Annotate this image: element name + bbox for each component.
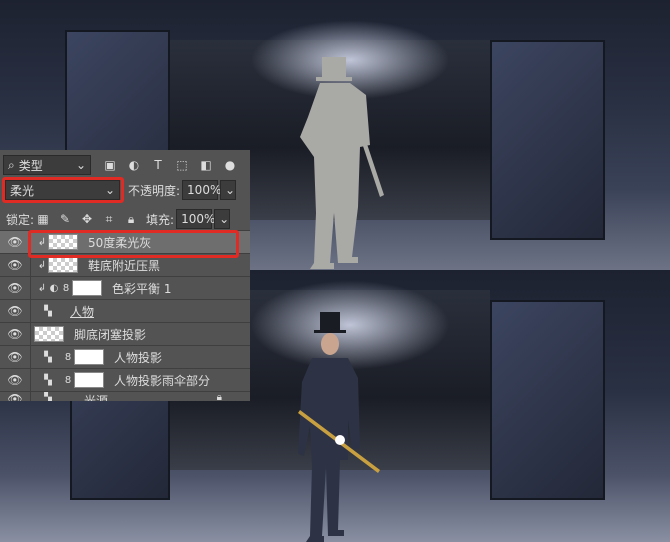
eye-icon[interactable]: 👁︎: [0, 235, 30, 249]
link-icon: 8: [64, 374, 72, 386]
eye-icon[interactable]: 👁︎: [0, 304, 30, 318]
fill-dropdown[interactable]: ⌄: [214, 209, 231, 229]
eye-icon[interactable]: 👁︎: [0, 350, 30, 364]
link-icon: 8: [64, 351, 72, 363]
mask-thumbnail: [74, 372, 104, 388]
eye-icon[interactable]: 👁︎: [0, 373, 30, 387]
opacity-input[interactable]: 100%: [182, 180, 221, 200]
shape-filter-icon[interactable]: ⬚: [173, 156, 191, 174]
adjustment-icon: ◐: [49, 282, 59, 294]
layer-row[interactable]: 👁︎ ▚ 光源 🔒︎: [0, 391, 250, 401]
clip-arrow-icon: ↲: [37, 282, 47, 294]
lock-pixels-icon[interactable]: ✎: [56, 210, 74, 228]
smart-object-icon: ▚: [44, 351, 52, 363]
layer-row[interactable]: 👁︎ ▚ 8 人物投影雨伞部分: [0, 368, 250, 391]
clip-arrow-icon: ↲: [37, 259, 47, 271]
layer-name: 光源: [84, 394, 109, 401]
eye-icon[interactable]: 👁︎: [0, 327, 30, 341]
eye-icon[interactable]: 👁︎: [0, 392, 30, 401]
lock-artboard-icon[interactable]: ⌗: [100, 210, 118, 228]
layer-thumbnail: [48, 257, 78, 273]
layer-name: 脚底闭塞投影: [74, 327, 147, 342]
smart-object-filter-icon[interactable]: ◧: [197, 156, 215, 174]
smart-object-icon: ▚: [44, 392, 52, 401]
chevron-down-icon: ⌄: [75, 158, 86, 172]
eye-icon[interactable]: 👁︎: [0, 281, 30, 295]
lock-transparent-icon[interactable]: ▦: [34, 210, 52, 228]
lock-position-icon[interactable]: ✥: [78, 210, 96, 228]
right-door: [490, 40, 605, 240]
layer-name: 人物: [70, 304, 95, 319]
mask-thumbnail: [74, 349, 104, 365]
gray-silhouette: [300, 57, 384, 269]
adjustment-filter-icon[interactable]: ◐: [125, 156, 143, 174]
layers-panel: ⌕ 类型 ⌄ ▣ ◐ T ⬚ ◧ ● 柔光 ⌄ 不透明度: 100% ⌄ 锁定:…: [0, 150, 250, 401]
lock-label: 锁定:: [6, 212, 35, 227]
layer-thumbnail: [34, 326, 64, 342]
layer-row[interactable]: 👁︎ 脚底闭塞投影: [0, 322, 250, 345]
layer-name: 色彩平衡 1: [112, 281, 172, 296]
filter-type-label: 类型: [18, 158, 43, 173]
filter-toggle[interactable]: ●: [221, 156, 239, 174]
layer-row[interactable]: 👁︎ ↲ ◐ 8 色彩平衡 1: [0, 276, 250, 299]
opacity-dropdown[interactable]: ⌄: [220, 180, 237, 200]
selected-layer-highlight: [28, 230, 239, 258]
mask-thumbnail: [72, 280, 102, 296]
layer-row[interactable]: 👁︎ ▚ 8 人物投影: [0, 345, 250, 368]
lock-icon: 🔒︎: [216, 392, 222, 401]
layer-name: 人物投影雨伞部分: [114, 373, 211, 388]
opacity-label: 不透明度:: [128, 183, 181, 198]
search-icon: ⌕: [8, 157, 15, 172]
smart-object-icon: ▚: [44, 374, 52, 386]
layer-row[interactable]: 👁︎ ▚ 人物: [0, 299, 250, 322]
eye-icon[interactable]: 👁︎: [0, 258, 30, 272]
right-door: [490, 300, 605, 500]
link-icon: 8: [62, 282, 70, 294]
image-filter-icon[interactable]: ▣: [101, 156, 119, 174]
fill-input[interactable]: 100%: [176, 209, 215, 229]
lock-all-icon[interactable]: 🔒︎: [122, 210, 140, 228]
smart-object-icon: ▚: [44, 305, 52, 317]
type-filter-icon[interactable]: T: [149, 156, 167, 174]
layer-name: 人物投影: [114, 350, 163, 365]
filter-type-select[interactable]: ⌕ 类型 ⌄: [3, 155, 91, 175]
fill-label: 填充:: [146, 212, 175, 227]
gentleman-figure: [298, 312, 380, 542]
blend-mode-highlight: [2, 177, 124, 203]
layer-name: 鞋底附近压黑: [88, 258, 161, 273]
